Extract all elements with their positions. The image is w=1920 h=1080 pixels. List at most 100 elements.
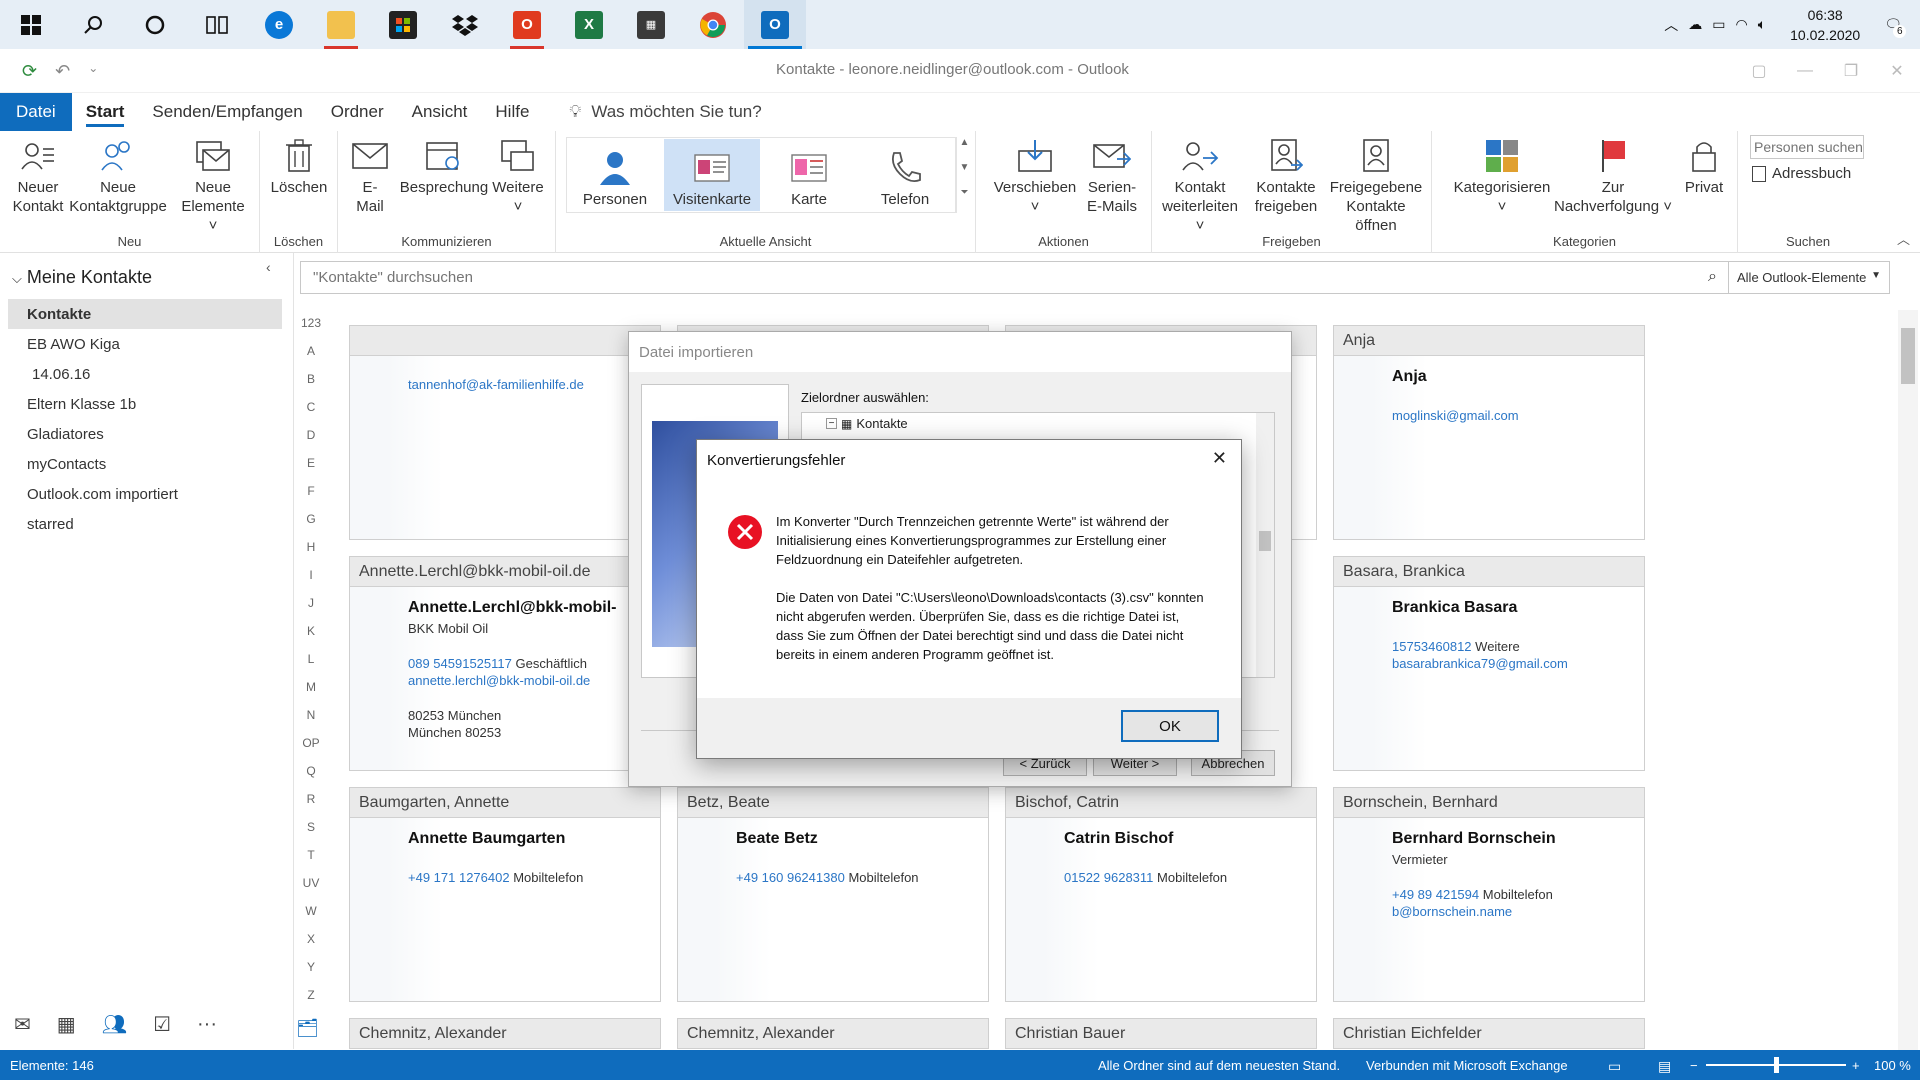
view-personen[interactable]: Personen: [568, 139, 662, 211]
search-icon[interactable]: ⌕: [1708, 268, 1717, 286]
cortana-icon[interactable]: [124, 0, 186, 49]
gallery-scroller[interactable]: ▲ ▼ ⏷: [956, 137, 972, 213]
calendar-nav-icon[interactable]: ▦: [57, 1012, 76, 1037]
contact-card[interactable]: Bischof, Catrin Catrin Bischof 01522 962…: [1005, 787, 1317, 1002]
alpha-h[interactable]: H: [296, 540, 326, 568]
gallery-down-icon[interactable]: ▼: [957, 162, 972, 187]
alpha-m[interactable]: M: [296, 680, 326, 708]
tab-file[interactable]: Datei: [0, 93, 72, 131]
meeting-button[interactable]: Besprechung: [400, 137, 488, 197]
collapse-pane-icon[interactable]: ‹: [266, 259, 271, 275]
battery-icon[interactable]: ▭: [1712, 16, 1725, 33]
tasks-nav-icon[interactable]: ☑: [153, 1012, 171, 1037]
office-icon[interactable]: O: [496, 0, 558, 49]
undo-icon[interactable]: ↶: [55, 61, 70, 82]
tab-help[interactable]: Hilfe: [481, 93, 543, 131]
collapse-icon[interactable]: −: [826, 418, 837, 429]
alpha-r[interactable]: R: [296, 792, 326, 820]
alpha-b[interactable]: B: [296, 372, 326, 400]
reading-view-icon[interactable]: ▤: [1658, 1058, 1671, 1075]
card-phone[interactable]: 01522 9628311: [1064, 870, 1153, 885]
alpha-z[interactable]: Z: [296, 988, 326, 1016]
chrome-icon[interactable]: [682, 0, 744, 49]
folder-starred[interactable]: starred: [8, 509, 282, 539]
address-book-button[interactable]: Adressbuch: [1752, 165, 1851, 182]
zoom-slider[interactable]: [1706, 1057, 1846, 1073]
tab-folder[interactable]: Ordner: [317, 93, 398, 131]
alpha-y[interactable]: Y: [296, 960, 326, 988]
alpha-d[interactable]: D: [296, 428, 326, 456]
edge-icon[interactable]: e: [248, 0, 310, 49]
contact-card[interactable]: Christian Eichfelder: [1333, 1018, 1645, 1049]
mail-nav-icon[interactable]: ✉: [14, 1012, 31, 1037]
alpha-x[interactable]: X: [296, 932, 326, 960]
onedrive-icon[interactable]: ☁: [1688, 16, 1702, 33]
collapse-ribbon-icon[interactable]: ︿: [1897, 229, 1910, 248]
search-icon[interactable]: [62, 0, 124, 49]
categorize-button[interactable]: Kategorisieren ˅: [1450, 137, 1554, 216]
clock[interactable]: 06:38 10.02.2020: [1790, 5, 1860, 45]
tab-start[interactable]: Start: [72, 93, 139, 131]
card-email[interactable]: tannenhof@ak-familienhilfe.de: [408, 376, 660, 393]
people-search-input[interactable]: [1750, 135, 1864, 159]
alpha-f[interactable]: F: [296, 484, 326, 512]
alpha-i[interactable]: I: [296, 568, 326, 596]
view-karte[interactable]: Karte: [762, 139, 856, 211]
folder-14-06-16[interactable]: 14.06.16: [8, 359, 282, 389]
card-phone[interactable]: 15753460812: [1392, 639, 1472, 654]
gallery-expand-icon[interactable]: ⏷: [957, 187, 972, 212]
tab-send-receive[interactable]: Senden/Empfangen: [138, 93, 316, 131]
zoom-out-icon[interactable]: −: [1690, 1058, 1698, 1073]
card-phone[interactable]: +49 171 1276402: [408, 870, 510, 885]
zoom-in-icon[interactable]: +: [1852, 1058, 1860, 1073]
windows-start-icon[interactable]: [0, 0, 62, 49]
more-nav-icon[interactable]: ···: [197, 1013, 217, 1036]
scrollbar-thumb[interactable]: [1901, 328, 1915, 384]
folder-eb-awo-kiga[interactable]: EB AWO Kiga: [8, 329, 282, 359]
people-nav-icon[interactable]: 👥︎: [102, 1012, 127, 1037]
alpha-op[interactable]: OP: [296, 736, 326, 764]
folder-outlook-importiert[interactable]: Outlook.com importiert: [8, 479, 282, 509]
ok-button[interactable]: OK: [1121, 710, 1219, 742]
contact-card[interactable]: Annette.Lerchl@bkk-mobil-oil.de Annette.…: [349, 556, 661, 771]
contact-card[interactable]: Anja Anja moglinski@gmail.com: [1333, 325, 1645, 540]
quick-access-dropdown-icon[interactable]: ⌄: [88, 61, 98, 82]
task-view-icon[interactable]: [186, 0, 248, 49]
file-explorer-icon[interactable]: [310, 0, 372, 49]
chevron-up-icon[interactable]: ︿: [1664, 15, 1678, 35]
share-contacts-button[interactable]: Kontakte freigeben: [1250, 137, 1322, 216]
alpha-123[interactable]: 123: [296, 316, 326, 344]
tab-view[interactable]: Ansicht: [398, 93, 482, 131]
view-telefon[interactable]: Telefon: [858, 139, 952, 211]
alpha-q[interactable]: Q: [296, 764, 326, 792]
alpha-k[interactable]: K: [296, 624, 326, 652]
alpha-uv[interactable]: UV: [296, 876, 326, 904]
ribbon-display-icon[interactable]: ▢: [1736, 49, 1782, 93]
card-email[interactable]: basarabrankica79@gmail.com: [1392, 655, 1644, 672]
new-items-button[interactable]: Neue Elemente ˅: [180, 137, 246, 235]
close-icon[interactable]: ✕: [1874, 49, 1920, 93]
delete-button[interactable]: Löschen: [270, 137, 328, 197]
tree-item-kontakte[interactable]: − ▦ Kontakte: [826, 416, 908, 431]
outlook-icon[interactable]: O: [744, 0, 806, 49]
zoom-slider-thumb[interactable]: [1774, 1057, 1779, 1073]
search-scope-dropdown[interactable]: Alle Outlook-Elemente ▼: [1728, 261, 1890, 294]
tree-scrollbar[interactable]: [1256, 413, 1274, 677]
contacts-search-input[interactable]: [301, 262, 1681, 293]
address-card-icon[interactable]: 🗂︎: [296, 1018, 319, 1039]
close-icon[interactable]: ✕: [1212, 448, 1227, 469]
alpha-a[interactable]: A: [296, 344, 326, 372]
open-shared-contacts-button[interactable]: Freigegebene Kontakte öffnen: [1324, 137, 1428, 235]
calculator-icon[interactable]: ▦: [620, 0, 682, 49]
minimize-icon[interactable]: —: [1782, 49, 1828, 93]
alpha-l[interactable]: L: [296, 652, 326, 680]
store-icon[interactable]: [372, 0, 434, 49]
new-contact-button[interactable]: Neuer Kontakt: [10, 137, 66, 216]
alpha-e[interactable]: E: [296, 456, 326, 484]
private-button[interactable]: Privat: [1676, 137, 1732, 197]
card-email[interactable]: moglinski@gmail.com: [1392, 407, 1644, 424]
volume-icon[interactable]: 🔈︎: [1758, 16, 1766, 33]
contact-card[interactable]: Baumgarten, Annette Annette Baumgarten +…: [349, 787, 661, 1002]
alpha-c[interactable]: C: [296, 400, 326, 428]
folder-kontakte[interactable]: Kontakte: [8, 299, 282, 329]
